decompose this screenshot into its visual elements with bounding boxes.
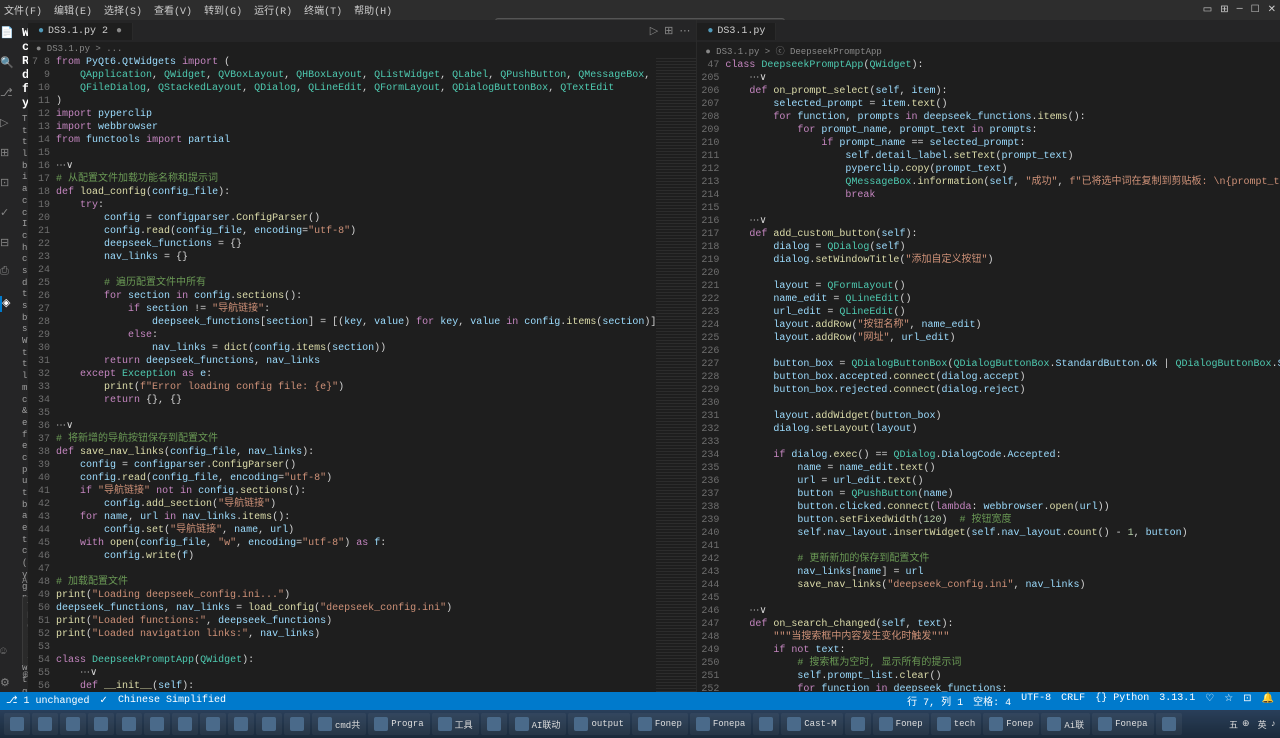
status-item[interactable]: 🔔 (1262, 693, 1274, 709)
menu-item[interactable]: 帮助(H) (354, 2, 392, 18)
taskbar-item[interactable] (200, 713, 226, 735)
account-icon[interactable]: ☺ (0, 646, 16, 662)
layout-icon[interactable]: ▭ (1203, 4, 1212, 16)
split-icon[interactable]: ⊞ (1220, 4, 1228, 16)
print-icon[interactable]: ⎙ (0, 266, 16, 282)
taskbar-item[interactable]: tech (931, 713, 982, 735)
tray-item[interactable]: 英 (1258, 718, 1267, 731)
maximize-icon[interactable]: ☐ (1251, 4, 1260, 16)
taskbar-item[interactable]: Fonep (632, 713, 688, 735)
more-icon[interactable]: ⋯ (679, 24, 690, 38)
settings-icon[interactable]: ⚙ (0, 676, 16, 692)
activity-bar: 📄 🔍 ⎇ ▷ ⊞ ⊡ ✓ ⊟ ⎙ ◈ ☺ ⚙ (0, 20, 16, 692)
split-editor-icon[interactable]: ⊞ (664, 24, 673, 38)
menu-item[interactable]: 文件(F) (4, 2, 42, 18)
debug-icon[interactable]: ▷ (0, 116, 16, 132)
taskbar-item[interactable] (284, 713, 310, 735)
taskbar-item[interactable]: AI联动 (509, 713, 567, 735)
statusbar: ⎇ 1 unchanged ✓ Chinese Simplified 行 7, 列 … (0, 692, 1280, 710)
tab-left[interactable]: ●DS3.1.py 2● (28, 23, 133, 40)
taskbar-item[interactable] (116, 713, 142, 735)
taskbar-item[interactable]: Progra (368, 713, 429, 735)
status-item[interactable]: {} Python (1095, 693, 1149, 709)
testing-icon[interactable]: ✓ (0, 206, 16, 222)
taskbar-item[interactable]: output (568, 713, 629, 735)
taskbar-item[interactable]: Fonep (983, 713, 1039, 735)
menu-item[interactable]: 编辑(E) (54, 2, 92, 18)
menu-item[interactable]: 终端(T) (304, 2, 342, 18)
taskbar-item[interactable]: Cast-M (781, 713, 842, 735)
taskbar-item[interactable] (1156, 713, 1182, 735)
taskbar-item[interactable] (753, 713, 779, 735)
extensions-icon[interactable]: ⊞ (0, 146, 16, 162)
remote-icon[interactable]: ⊡ (0, 176, 16, 192)
status-item[interactable]: CRLF (1061, 693, 1085, 709)
tab-right[interactable]: ●DS3.1.py (697, 23, 776, 40)
menu-item[interactable]: 转到(G) (204, 2, 242, 18)
status-item[interactable]: ✓ (100, 695, 108, 707)
minimap-left[interactable] (656, 56, 696, 692)
search-icon[interactable]: 🔍 (0, 56, 16, 72)
status-item[interactable]: ⊡ (1243, 693, 1251, 709)
breadcrumb-right[interactable]: ● DS3.1.py > ⓒ DeepseekPromptApp (697, 42, 1280, 59)
status-item[interactable]: 行 7, 列 1 (907, 693, 963, 709)
taskbar-item[interactable]: Fonepa (1092, 713, 1153, 735)
status-item[interactable]: ☆ (1224, 693, 1233, 709)
menubar: 文件(F) 编辑(E) 选择(S) 查看(V) 转到(G) 运行(R) 终端(T) 帮助(H) (4, 2, 392, 18)
editor-right: ●DS3.1.py ▷ ⊞ ⋯ ● DS3.1.py > ⓒ DeepseekP… (697, 20, 1280, 692)
status-item[interactable]: Chinese Simplified (118, 695, 226, 707)
taskbar-item[interactable] (60, 713, 86, 735)
database-icon[interactable]: ⊟ (0, 236, 16, 252)
taskbar-item[interactable] (172, 713, 198, 735)
status-item[interactable]: ♡ (1205, 693, 1214, 709)
tray-item[interactable]: ♪ (1271, 719, 1276, 729)
run-icon[interactable]: ▷ (650, 24, 658, 38)
titlebar: 文件(F) 编辑(E) 选择(S) 查看(V) 转到(G) 运行(R) 终端(T) 帮助(H)… (0, 0, 1280, 20)
minimize-icon[interactable]: — (1237, 4, 1243, 16)
tray-item[interactable]: 五 (1229, 718, 1238, 731)
taskbar-item[interactable]: Fonepa (690, 713, 751, 735)
close-icon[interactable]: ✕ (1268, 4, 1276, 16)
taskbar-item[interactable] (88, 713, 114, 735)
taskbar-item[interactable] (481, 713, 507, 735)
menu-item[interactable]: 选择(S) (104, 2, 142, 18)
status-item[interactable]: 空格: 4 (973, 693, 1011, 709)
taskbar: cmd共Progra工具AI联动outputFonepFonepaCast-MF… (0, 710, 1280, 738)
scm-icon[interactable]: ⎇ (0, 86, 16, 102)
breadcrumb-left[interactable]: ● DS3.1.py > ... (28, 42, 696, 56)
tab-bar-right: ●DS3.1.py ▷ ⊞ ⋯ (697, 20, 1280, 42)
sidebar: What can Roo do for you? Thanks to the l… (16, 20, 28, 692)
menu-item[interactable]: 运行(R) (254, 2, 292, 18)
taskbar-item[interactable] (4, 713, 30, 735)
taskbar-item[interactable]: Ai联 (1041, 713, 1090, 735)
taskbar-item[interactable] (256, 713, 282, 735)
status-item[interactable]: 3.13.1 (1159, 693, 1195, 709)
taskbar-item[interactable] (845, 713, 871, 735)
tab-close-icon[interactable]: ● (116, 26, 122, 37)
explorer-icon[interactable]: 📄 (0, 26, 16, 42)
taskbar-item[interactable]: 工具 (432, 713, 479, 735)
taskbar-item[interactable]: Fonep (873, 713, 929, 735)
tray-item[interactable]: ⊕ (1242, 719, 1250, 729)
status-item[interactable]: UTF-8 (1021, 693, 1051, 709)
window-controls: ▭ ⊞ — ☐ ✕ (1203, 4, 1276, 16)
code-right[interactable]: 47 205 206 207 208 209 210 211 212 213 2… (697, 59, 1280, 692)
taskbar-item[interactable] (144, 713, 170, 735)
menu-item[interactable]: 查看(V) (154, 2, 192, 18)
roo-icon[interactable]: ◈ (0, 296, 16, 312)
taskbar-item[interactable] (32, 713, 58, 735)
tab-bar-left: ●DS3.1.py 2● ▷ ⊞ ⋯ (28, 20, 696, 42)
editor-left: ●DS3.1.py 2● ▷ ⊞ ⋯ ● DS3.1.py > ... 7 8 … (28, 20, 697, 692)
taskbar-item[interactable] (228, 713, 254, 735)
status-item[interactable]: ⎇ 1 unchanged (6, 695, 90, 707)
code-left[interactable]: 7 8 9 10 11 12 13 14 15 16 17 18 19 20 2… (28, 56, 696, 692)
taskbar-item[interactable]: cmd共 (312, 713, 366, 735)
